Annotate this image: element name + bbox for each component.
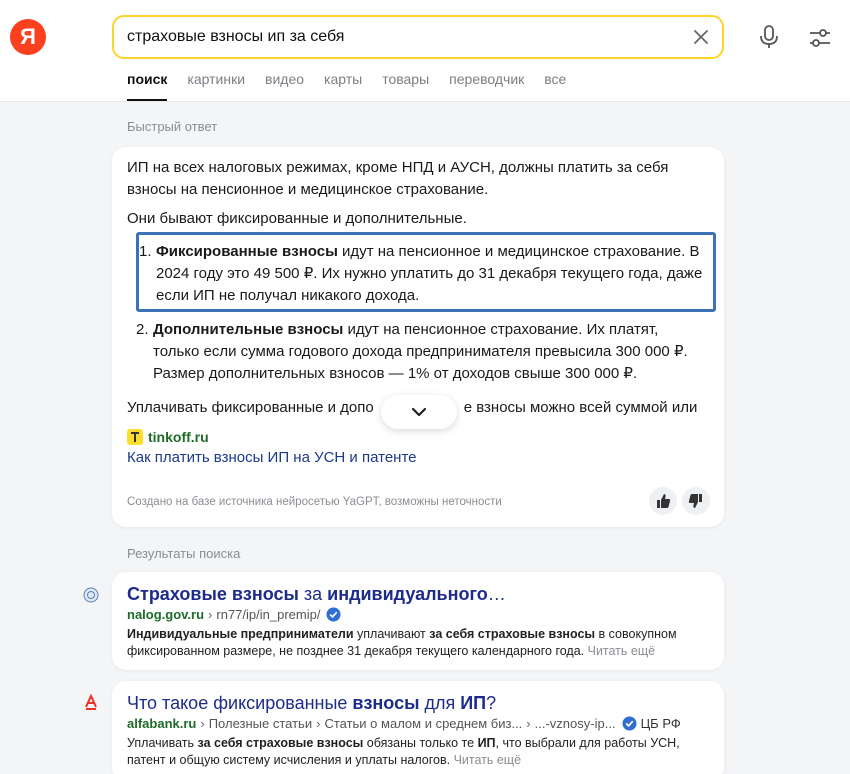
- tab-search[interactable]: поиск: [127, 71, 168, 101]
- like-button[interactable]: [649, 487, 677, 515]
- verified-check-icon: [622, 716, 637, 731]
- tab-products[interactable]: товары: [382, 71, 429, 101]
- answer-source[interactable]: tinkoff.ru: [127, 429, 209, 445]
- quick-answer-label: Быстрый ответ: [127, 119, 218, 134]
- result-snippet: Уплачивать за себя страховые взносы обяз…: [127, 736, 680, 767]
- item-heading: Фиксированные взносы: [156, 243, 338, 260]
- result-url: nalog.gov.ru › rn77/ip/in_premip/: [127, 607, 341, 622]
- breadcrumb-separator: ›: [526, 716, 531, 731]
- cbr-badge: ЦБ РФ: [640, 716, 681, 731]
- verified-check-icon: [326, 607, 341, 622]
- answer-list-item: 2. Дополнительные взносы идут на пенсион…: [136, 319, 716, 385]
- breadcrumb-separator: ›: [208, 607, 213, 622]
- tab-images[interactable]: картинки: [187, 71, 245, 101]
- result-host[interactable]: nalog.gov.ru: [127, 607, 204, 622]
- answer-subtitle: Они бывают фиксированные и дополнительны…: [127, 210, 467, 227]
- yandex-logo[interactable]: Я: [10, 19, 46, 55]
- header: Я поиск картинки видео карты товары пере…: [0, 0, 850, 102]
- breadcrumb-separator: ›: [200, 716, 205, 731]
- chevron-down-icon: [411, 407, 427, 417]
- read-more-link[interactable]: Читать ещё: [588, 644, 655, 658]
- thumbs-down-icon: [688, 494, 702, 508]
- alfabank-favicon-icon: [85, 694, 97, 710]
- item-number: 2.: [136, 321, 149, 338]
- source-host[interactable]: tinkoff.ru: [148, 429, 209, 445]
- tab-video[interactable]: видео: [265, 71, 304, 101]
- answer-lead: ИП на всех налоговых режимах, кроме НПД …: [127, 159, 669, 198]
- search-input[interactable]: [127, 25, 687, 49]
- nalog-favicon-icon: [83, 587, 99, 603]
- read-more-link[interactable]: Читать ещё: [454, 753, 521, 767]
- result-path[interactable]: rn77/ip/in_premip/: [216, 607, 320, 622]
- quick-answer-card: ИП на всех налоговых режимах, кроме НПД …: [112, 147, 724, 527]
- microphone-icon[interactable]: [758, 24, 780, 50]
- search-tabs: поиск картинки видео карты товары перево…: [127, 71, 586, 101]
- thumbs-up-icon: [657, 494, 671, 508]
- result-title[interactable]: Страховые взносы за индивидуального…: [127, 584, 506, 605]
- tab-maps[interactable]: карты: [324, 71, 362, 101]
- breadcrumb-separator: ›: [316, 716, 321, 731]
- dislike-button[interactable]: [682, 487, 710, 515]
- search-box[interactable]: [112, 15, 724, 59]
- ai-disclaimer: Создано на базе источника нейросетью YaG…: [127, 496, 502, 508]
- clear-icon[interactable]: [690, 26, 712, 48]
- tab-all[interactable]: все: [544, 71, 566, 101]
- tab-translator[interactable]: переводчик: [449, 71, 524, 101]
- result-path[interactable]: Статьи о малом и среднем биз...: [324, 716, 522, 731]
- result-url: alfabank.ru › Полезные статьи › Статьи о…: [127, 716, 681, 731]
- item-heading: Дополнительные взносы: [153, 321, 344, 338]
- item-number: 1.: [139, 243, 152, 260]
- result-host[interactable]: alfabank.ru: [127, 716, 196, 731]
- source-link[interactable]: Как платить взносы ИП на УСН и патенте: [127, 449, 417, 466]
- search-result: Страховые взносы за индивидуального… nal…: [112, 572, 724, 670]
- tinkoff-favicon-icon: [127, 429, 143, 445]
- filters-icon[interactable]: [808, 27, 832, 49]
- expand-button[interactable]: [381, 395, 457, 429]
- result-path[interactable]: Полезные статьи: [209, 716, 312, 731]
- result-snippet: Индивидуальные предприниматели уплачиваю…: [127, 627, 677, 658]
- result-path[interactable]: ...-vznosy-ip...: [535, 716, 616, 731]
- answer-list-item: 1. Фиксированные взносы идут на пенсионн…: [136, 232, 716, 312]
- results-label: Результаты поиска: [127, 546, 241, 561]
- result-title[interactable]: Что такое фиксированные взносы для ИП?: [127, 693, 496, 714]
- search-result: Что такое фиксированные взносы для ИП? a…: [112, 681, 724, 774]
